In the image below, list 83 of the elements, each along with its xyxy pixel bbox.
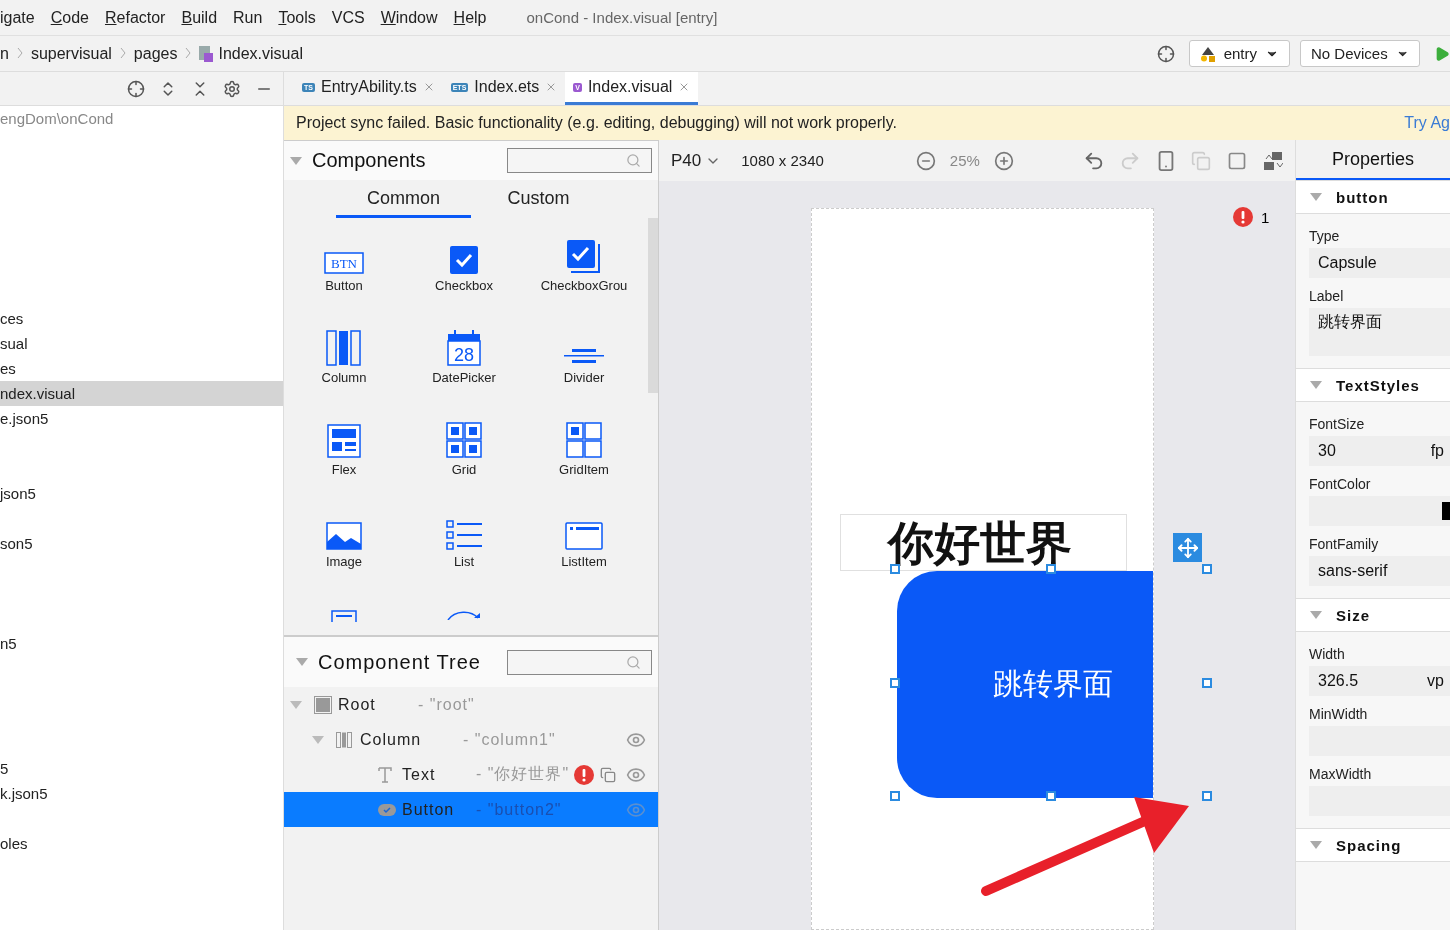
component-label[interactable]: List	[453, 554, 475, 569]
component-label[interactable]: Flex	[331, 462, 357, 477]
breadcrumb-item[interactable]: pages	[133, 44, 178, 63]
module-dropdown[interactable]: entry	[1188, 40, 1290, 67]
menu-item[interactable]: Tools	[270, 8, 324, 27]
zoom-level: 25%	[949, 152, 980, 169]
tree-row[interactable]: Text - "你好世界"	[284, 757, 658, 792]
node-id: - "button2"	[476, 800, 563, 819]
field-label: FontSize	[1309, 416, 1366, 432]
breadcrumb-item[interactable]: n	[0, 44, 9, 63]
node-name: Root	[338, 695, 377, 714]
field-label: MinWidth	[1309, 706, 1369, 722]
field-label: FontFamily	[1309, 536, 1380, 552]
component-label[interactable]: Grid	[451, 462, 477, 477]
section-title: Size	[1336, 606, 1370, 624]
field-label: FontColor	[1309, 476, 1372, 492]
menu-item[interactable]: Help	[445, 8, 495, 27]
menu-item[interactable]: Build	[173, 8, 226, 27]
file-tree-item[interactable]: es	[0, 356, 283, 381]
type-dropdown[interactable]: Capsule	[1309, 248, 1450, 278]
section-title: button	[1336, 188, 1389, 206]
breadcrumb-item[interactable]: Index.visual	[199, 44, 303, 63]
sync-warning: Project sync failed. Basic functionality (e.g. editing, debugging) will not work properly.	[296, 114, 897, 132]
preview-button[interactable]: 跳转界面	[897, 571, 1153, 798]
project-path: engDom\onCond	[0, 109, 115, 129]
file-tree-item[interactable]: ces	[0, 306, 283, 331]
panel-title: Components	[312, 149, 427, 172]
category-tab[interactable]: Common	[336, 188, 471, 218]
panel-title: Component Tree	[318, 650, 482, 674]
file-tree-item[interactable]: sual	[0, 331, 283, 356]
component-label[interactable]: Column	[321, 370, 367, 385]
input-field[interactable]: sans-serif	[1309, 556, 1450, 586]
menu-item[interactable]: Run	[225, 8, 271, 27]
menu-item[interactable]: Code	[42, 8, 97, 27]
device-dropdown[interactable]: No Devices	[1300, 40, 1420, 67]
field-label: MaxWidth	[1309, 766, 1373, 782]
node-id: - "你好世界"	[476, 764, 571, 784]
node-id: - "root"	[418, 695, 476, 714]
node-name: Button	[402, 800, 456, 819]
preview-text[interactable]: 你好世界	[840, 514, 1127, 571]
component-label[interactable]: Checkbox	[435, 278, 493, 293]
component-label[interactable]: Image	[325, 554, 363, 569]
component-label[interactable]: Divider	[563, 370, 605, 385]
node-name: Column	[360, 730, 423, 749]
file-tree-item[interactable]: k.json5	[0, 781, 283, 806]
tree-row[interactable]: Button - "button2"	[284, 792, 658, 827]
menu-item[interactable]: Window	[372, 8, 446, 27]
resolution: 1080 x 2340	[741, 152, 824, 169]
tree-row[interactable]: Root - "root"	[284, 687, 658, 722]
file-tree-item[interactable]: 5	[0, 756, 283, 781]
breadcrumb-item[interactable]: supervisual	[30, 44, 112, 63]
menu-item[interactable]: VCS	[323, 8, 373, 27]
input-field[interactable]: 326.5 vp	[1309, 666, 1450, 696]
menu-item[interactable]: Refactor	[96, 8, 174, 27]
field-label: Type	[1309, 228, 1341, 244]
tree-row[interactable]: Column - "column1"	[284, 722, 658, 757]
file-tree-item[interactable]: oles	[0, 831, 283, 856]
node-name: Text	[402, 765, 437, 784]
file-tree-item[interactable]: ndex.visual	[0, 381, 283, 406]
node-id: - "column1"	[463, 730, 557, 749]
menu-item[interactable]: igate	[0, 8, 43, 27]
button-icon: BTN	[324, 252, 364, 274]
try-again-link[interactable]: Try Ag	[1404, 114, 1450, 132]
device-select[interactable]: P40	[671, 150, 722, 171]
properties-tab[interactable]: Properties	[1296, 140, 1450, 180]
component-label[interactable]: GridItem	[559, 462, 609, 477]
file-tree-item[interactable]: e.json5	[0, 406, 283, 431]
label-field[interactable]: 跳转界面	[1309, 308, 1450, 356]
file-tree-item[interactable]: n5	[0, 631, 283, 656]
component-label[interactable]: Button	[325, 278, 363, 293]
file-tree-item[interactable]: son5	[0, 531, 283, 556]
component-label[interactable]: CheckboxGrou	[540, 278, 628, 293]
section-title: TextStyles	[1336, 376, 1420, 394]
file-tree-item[interactable]: json5	[0, 481, 283, 506]
field-label: Width	[1309, 646, 1346, 662]
field-label: Label	[1309, 288, 1345, 304]
category-tab[interactable]: Custom	[471, 188, 606, 218]
window-title: onCond - Index.visual [entry]	[526, 9, 718, 26]
input-field[interactable]: 30 fp	[1309, 436, 1450, 466]
component-label[interactable]: DatePicker	[432, 370, 496, 385]
error-count: 1	[1261, 208, 1270, 226]
component-label[interactable]: ListItem	[561, 554, 607, 569]
section-title: Spacing	[1336, 836, 1402, 854]
